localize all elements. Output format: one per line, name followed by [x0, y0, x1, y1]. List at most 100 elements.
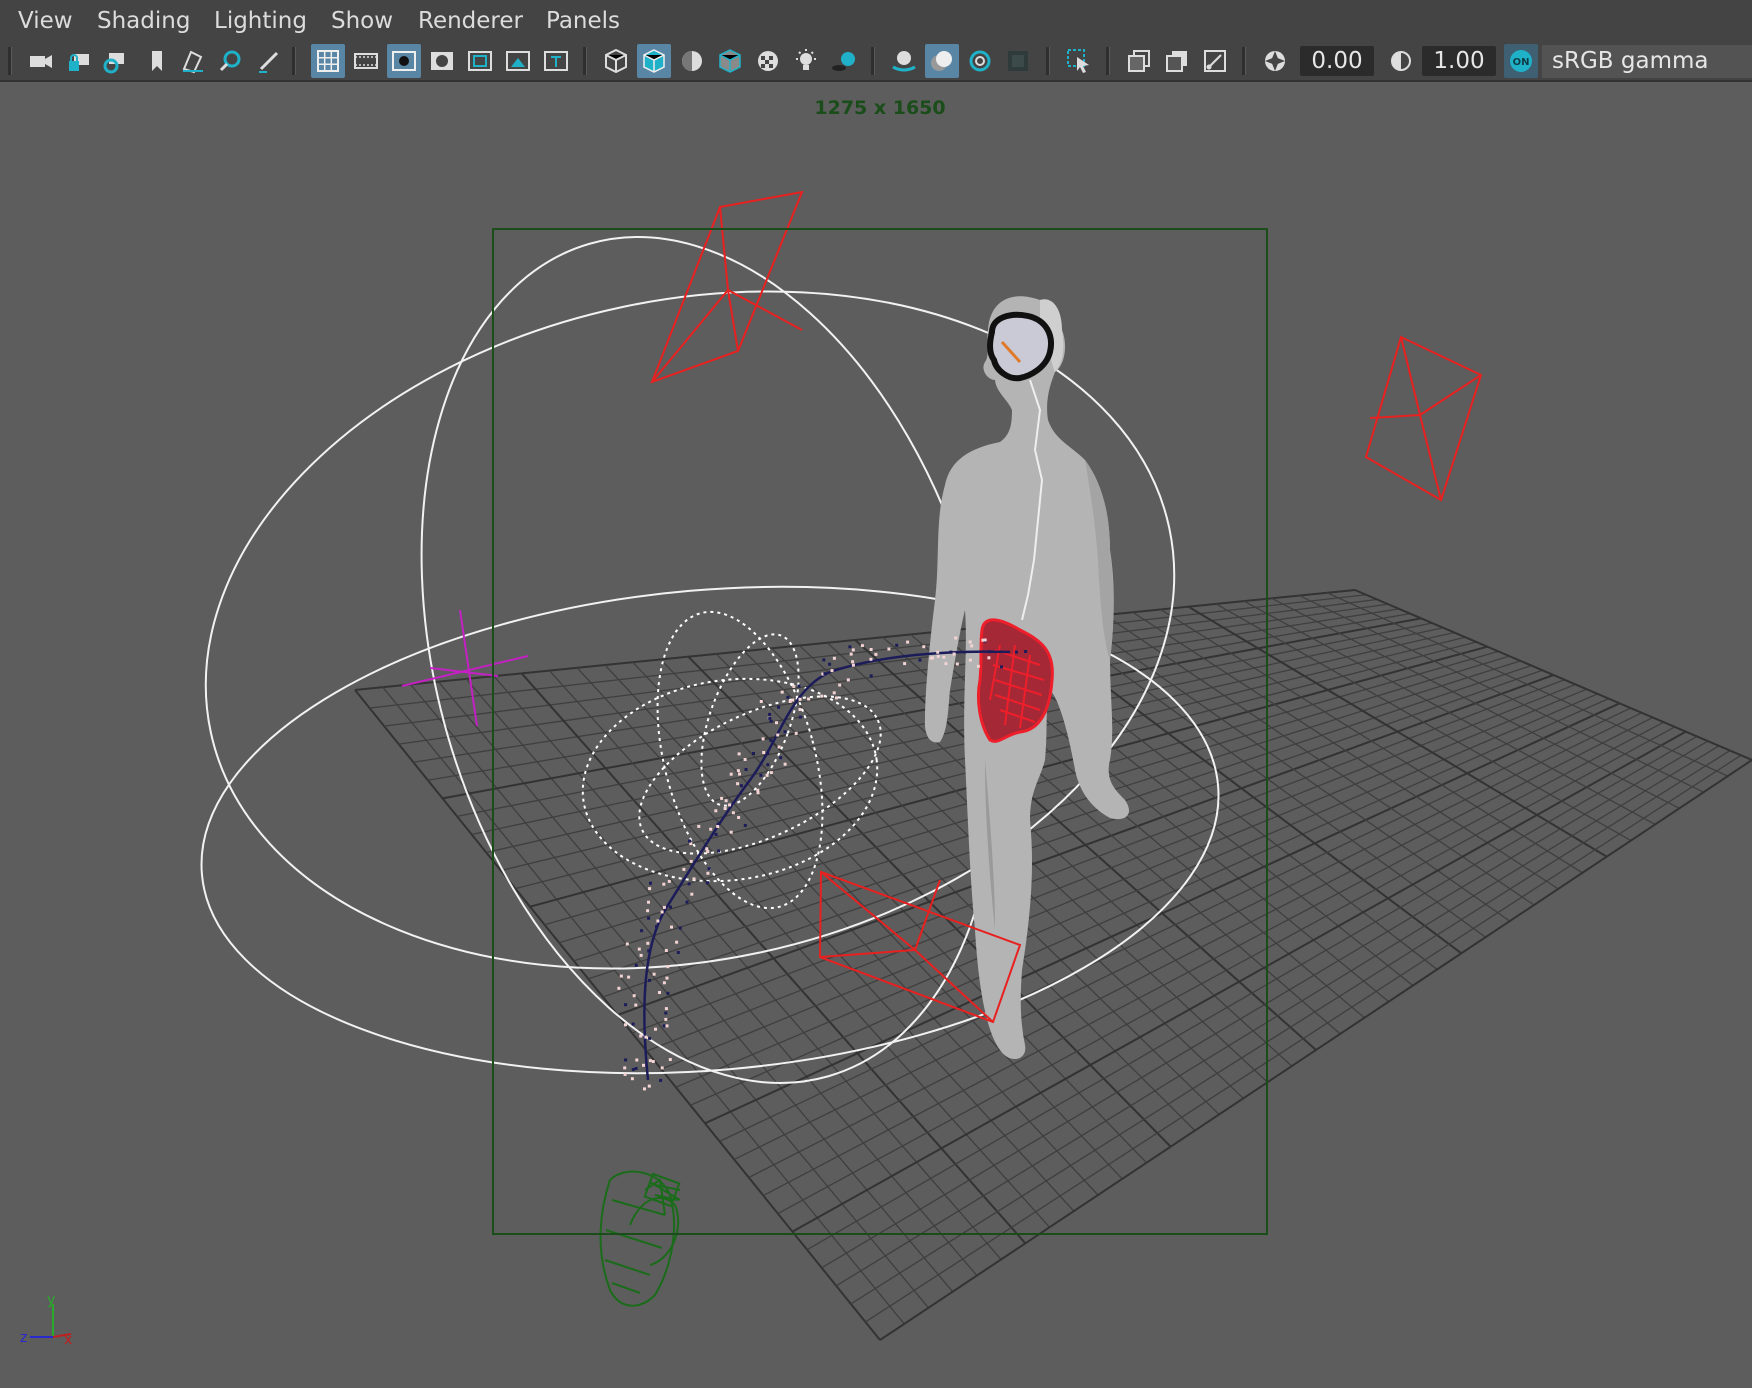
particle	[737, 816, 741, 819]
particle	[860, 644, 864, 648]
grid-line	[777, 726, 1676, 1215]
particle	[869, 657, 873, 661]
grid-icon[interactable]	[311, 44, 345, 78]
particle	[662, 981, 666, 985]
particle	[666, 991, 670, 995]
particle	[665, 976, 669, 980]
camera-attributes-icon[interactable]	[98, 44, 132, 78]
axis-label-y: y	[47, 1292, 55, 1308]
particle	[987, 656, 991, 660]
menu-renderer[interactable]: Renderer	[418, 6, 523, 36]
menu-shading[interactable]: Shading	[97, 6, 190, 36]
3d-viewport[interactable]: y z x	[0, 82, 1752, 1384]
isolate-select-icon[interactable]	[1062, 44, 1096, 78]
particle	[648, 978, 651, 982]
particle	[954, 636, 958, 640]
default-material-icon[interactable]	[675, 44, 709, 78]
xray-active-components-icon[interactable]	[1160, 44, 1194, 78]
particle	[887, 647, 891, 651]
particle	[670, 925, 673, 929]
menu-show[interactable]: Show	[331, 6, 393, 36]
menu-bar: View Shading Lighting Show Renderer Pane…	[0, 0, 1752, 43]
particle	[664, 949, 668, 952]
grease-pencil-icon[interactable]	[252, 44, 286, 78]
toolbar-separator	[1242, 47, 1246, 75]
particle	[968, 658, 972, 662]
particle	[779, 756, 783, 760]
particle	[788, 700, 792, 703]
particle	[651, 1060, 655, 1063]
particle	[737, 752, 741, 756]
safe-action-icon[interactable]	[501, 44, 535, 78]
particle	[685, 900, 689, 904]
menu-panels[interactable]: Panels	[546, 6, 620, 36]
xray-icon[interactable]	[1122, 44, 1156, 78]
particle	[944, 662, 948, 666]
textured-icon[interactable]	[751, 44, 785, 78]
particle	[849, 652, 853, 656]
select-camera-icon[interactable]	[24, 44, 58, 78]
particle	[658, 991, 661, 994]
smooth-shade-icon[interactable]	[637, 44, 671, 78]
color-space-dropdown[interactable]: sRGB gamma	[1542, 45, 1752, 78]
particle	[832, 656, 836, 660]
particle	[644, 1035, 648, 1039]
particle	[846, 678, 850, 682]
particle	[619, 974, 623, 978]
xray-joints-icon[interactable]	[1198, 44, 1232, 78]
image-plane-icon[interactable]	[176, 44, 210, 78]
gate-mask-icon[interactable]	[425, 44, 459, 78]
particle	[648, 1036, 652, 1040]
exposure-field[interactable]: 0.00	[1300, 46, 1374, 76]
safe-title-icon[interactable]	[539, 44, 573, 78]
particle	[624, 1058, 628, 1062]
lock-camera-icon[interactable]	[62, 44, 96, 78]
anti-aliasing-icon[interactable]	[963, 44, 997, 78]
particle	[678, 926, 682, 930]
gamma-icon[interactable]	[1384, 44, 1418, 78]
bookmark-icon[interactable]	[140, 44, 174, 78]
toolbar-separator	[292, 47, 296, 75]
2d-pan-zoom-icon[interactable]	[214, 44, 248, 78]
color-management-on-icon[interactable]: ON	[1504, 44, 1538, 78]
particle	[635, 1058, 639, 1062]
wireframe-icon[interactable]	[599, 44, 633, 78]
particle	[664, 1017, 668, 1021]
grid-line	[792, 730, 1687, 1233]
particle	[707, 867, 711, 871]
particle	[637, 947, 641, 951]
motion-blur-icon[interactable]	[925, 44, 959, 78]
menu-lighting[interactable]: Lighting	[214, 6, 307, 36]
emitter-dotted-curves	[581, 610, 882, 910]
gamma-field[interactable]: 1.00	[1422, 46, 1496, 76]
particle	[640, 929, 644, 933]
particle	[835, 696, 838, 700]
film-gate-icon[interactable]	[349, 44, 383, 78]
particle	[895, 643, 899, 647]
particle	[634, 963, 638, 967]
screen-space-ao-icon[interactable]	[887, 44, 921, 78]
particle	[851, 648, 855, 652]
axis-label-z: z	[20, 1330, 27, 1346]
wireframe-on-shaded-icon[interactable]	[713, 44, 747, 78]
grid-line	[1326, 592, 1729, 777]
particle	[768, 712, 772, 716]
exposure-icon[interactable]	[1258, 44, 1292, 78]
particle	[724, 799, 728, 803]
grid-line	[763, 721, 1665, 1197]
field-chart-icon[interactable]	[463, 44, 497, 78]
particle	[627, 975, 631, 979]
particle	[667, 879, 671, 883]
particle	[716, 825, 720, 828]
resolution-gate-icon[interactable]	[387, 44, 421, 78]
particle	[869, 648, 873, 651]
menu-view[interactable]: View	[18, 6, 73, 36]
particle	[988, 650, 991, 654]
lights-icon[interactable]	[789, 44, 823, 78]
particle	[623, 1066, 627, 1070]
depth-of-field-icon[interactable]	[1001, 44, 1035, 78]
particle	[646, 909, 650, 913]
particle	[783, 730, 787, 734]
shadows-icon[interactable]	[827, 44, 861, 78]
particle	[736, 782, 740, 786]
